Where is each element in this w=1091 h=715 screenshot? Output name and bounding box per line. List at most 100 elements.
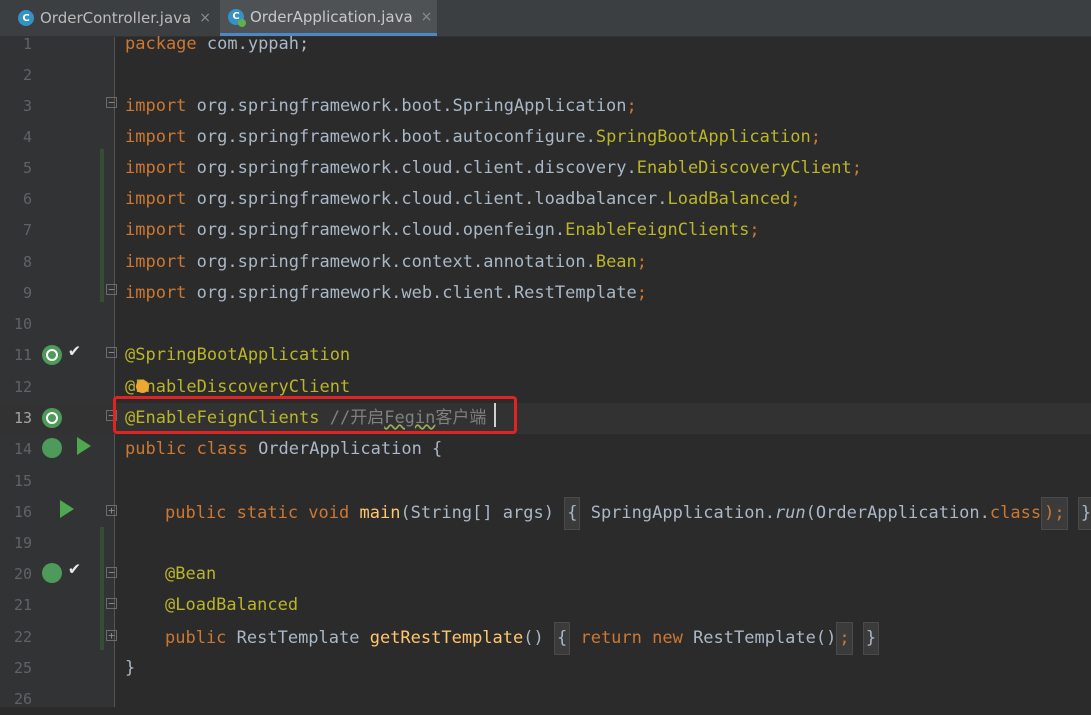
spring-config-icon[interactable] xyxy=(42,438,62,458)
check-icon[interactable]: ✔ xyxy=(69,340,80,361)
code-line: } xyxy=(125,653,135,684)
class-icon: C xyxy=(18,10,34,26)
line-number: 8 xyxy=(22,253,32,271)
line-number: 5 xyxy=(22,159,32,177)
keyword: return new xyxy=(570,628,683,648)
fold-toggle-icon[interactable]: − xyxy=(106,347,117,358)
code-text: () xyxy=(523,628,544,648)
brace: { xyxy=(556,628,568,648)
line-number: 11 xyxy=(13,346,32,364)
run-icon[interactable] xyxy=(60,500,74,518)
line-number: 20 xyxy=(13,565,32,583)
code-line: package com.yppah; xyxy=(125,29,309,60)
folded-region[interactable]: ); xyxy=(1041,497,1068,530)
line-number: 15 xyxy=(13,472,32,490)
class-name: RestTemplate xyxy=(513,283,637,303)
spring-injection-icon[interactable] xyxy=(42,563,62,583)
tab-label: OrderApplication.java xyxy=(250,7,413,26)
class-name: EnableDiscoveryClient xyxy=(636,158,852,178)
line-number: 26 xyxy=(13,690,32,708)
close-icon[interactable]: × xyxy=(421,9,433,25)
punct: ; xyxy=(636,252,648,272)
code-text: org.springframework.cloud.client.loadbal… xyxy=(186,189,668,209)
close-icon[interactable]: × xyxy=(199,10,211,26)
code-text: org.springframework.context.annotation. xyxy=(186,252,596,272)
code-text: org.springframework.boot.autoconfigure. xyxy=(186,127,596,147)
code-line: import org.springframework.cloud.client.… xyxy=(125,184,801,215)
line-number: 21 xyxy=(13,596,32,614)
code-text: RestTemplate xyxy=(226,628,370,648)
annotation: @SpringBootApplication xyxy=(125,345,351,365)
punct: ; xyxy=(636,283,648,303)
code-text: org.springframework.boot. xyxy=(186,96,453,116)
code-text: SpringApplication. xyxy=(580,503,775,523)
line-number: 7 xyxy=(22,221,32,239)
code-line: @Bean xyxy=(165,559,216,590)
fold-toggle-icon[interactable]: − xyxy=(106,284,117,295)
tab-label: OrderController.java xyxy=(40,9,192,27)
brace: } xyxy=(865,628,877,648)
annotation: @LoadBalanced xyxy=(165,595,299,615)
code-line: @SpringBootApplication xyxy=(125,340,350,371)
annotation: @Bean xyxy=(165,564,217,584)
class-name: EnableFeignClients xyxy=(565,220,750,240)
vcs-change-marker xyxy=(100,527,104,650)
code-text: org.springframework.cloud.client.discove… xyxy=(186,158,637,178)
folded-region[interactable]: { xyxy=(553,622,571,655)
code-line: import org.springframework.cloud.openfei… xyxy=(125,215,760,246)
method-name: getRestTemplate xyxy=(369,628,524,648)
fold-expand-icon[interactable]: + xyxy=(106,505,117,516)
text-cursor xyxy=(494,403,496,427)
code-text: (String[] args) xyxy=(400,503,554,523)
check-icon[interactable]: ✔ xyxy=(69,558,80,579)
lightbulb-icon[interactable] xyxy=(136,380,149,393)
code-line: public static void main(String[] args) {… xyxy=(165,497,1091,530)
run-icon[interactable] xyxy=(77,437,91,455)
punct: ; xyxy=(626,96,637,116)
line-number: 12 xyxy=(13,378,32,396)
brace: } xyxy=(1080,503,1091,523)
code-text: org.springframework.web.client. xyxy=(186,283,514,303)
method-name: main xyxy=(359,503,401,523)
line-number: 3 xyxy=(22,97,32,115)
code-text: RestTemplate() xyxy=(682,628,837,648)
punct: ; xyxy=(810,127,822,147)
code-text: OrderApplication { xyxy=(247,439,443,459)
code-line: import org.springframework.boot.SpringAp… xyxy=(125,91,637,122)
code-text: (OrderApplication. xyxy=(805,503,990,523)
folded-region[interactable]: } xyxy=(1077,497,1091,530)
fold-expand-icon[interactable]: + xyxy=(106,630,117,641)
keyword: import xyxy=(125,252,187,272)
keyword: import xyxy=(125,96,187,116)
annotation-highlight-box xyxy=(113,396,517,434)
punct: ; xyxy=(839,628,850,648)
line-number: 25 xyxy=(13,659,32,677)
keyword: public static void xyxy=(165,503,350,523)
spring-bean-icon[interactable] xyxy=(42,345,62,365)
class-name: LoadBalanced xyxy=(667,189,791,209)
punct: ; xyxy=(851,158,862,178)
folded-region[interactable]: { xyxy=(564,497,581,530)
keyword: import xyxy=(125,189,187,209)
fold-toggle-icon[interactable]: − xyxy=(106,598,117,609)
vcs-change-marker xyxy=(100,149,104,302)
line-number: 13 xyxy=(13,409,32,427)
spring-app-icon: C xyxy=(228,8,246,27)
fold-toggle-icon[interactable]: − xyxy=(106,97,117,108)
folded-region[interactable]: ; xyxy=(836,622,853,655)
folded-region[interactable]: } xyxy=(862,622,880,655)
brace: { xyxy=(567,503,578,523)
line-number: 16 xyxy=(13,503,32,521)
code-line: import org.springframework.boot.autoconf… xyxy=(125,122,821,153)
punct: ); xyxy=(1044,503,1065,523)
keyword: import xyxy=(125,220,187,240)
method-call: run xyxy=(774,503,806,523)
class-name: Bean xyxy=(595,252,637,272)
fold-toggle-icon[interactable]: − xyxy=(106,567,117,578)
spring-bean-icon[interactable] xyxy=(42,408,62,428)
class-name: SpringBootApplication xyxy=(595,127,811,147)
keyword: import xyxy=(125,283,187,303)
line-number: 4 xyxy=(22,128,32,146)
line-number: 22 xyxy=(13,628,32,646)
code-text: org.springframework.cloud.openfeign. xyxy=(186,220,566,240)
